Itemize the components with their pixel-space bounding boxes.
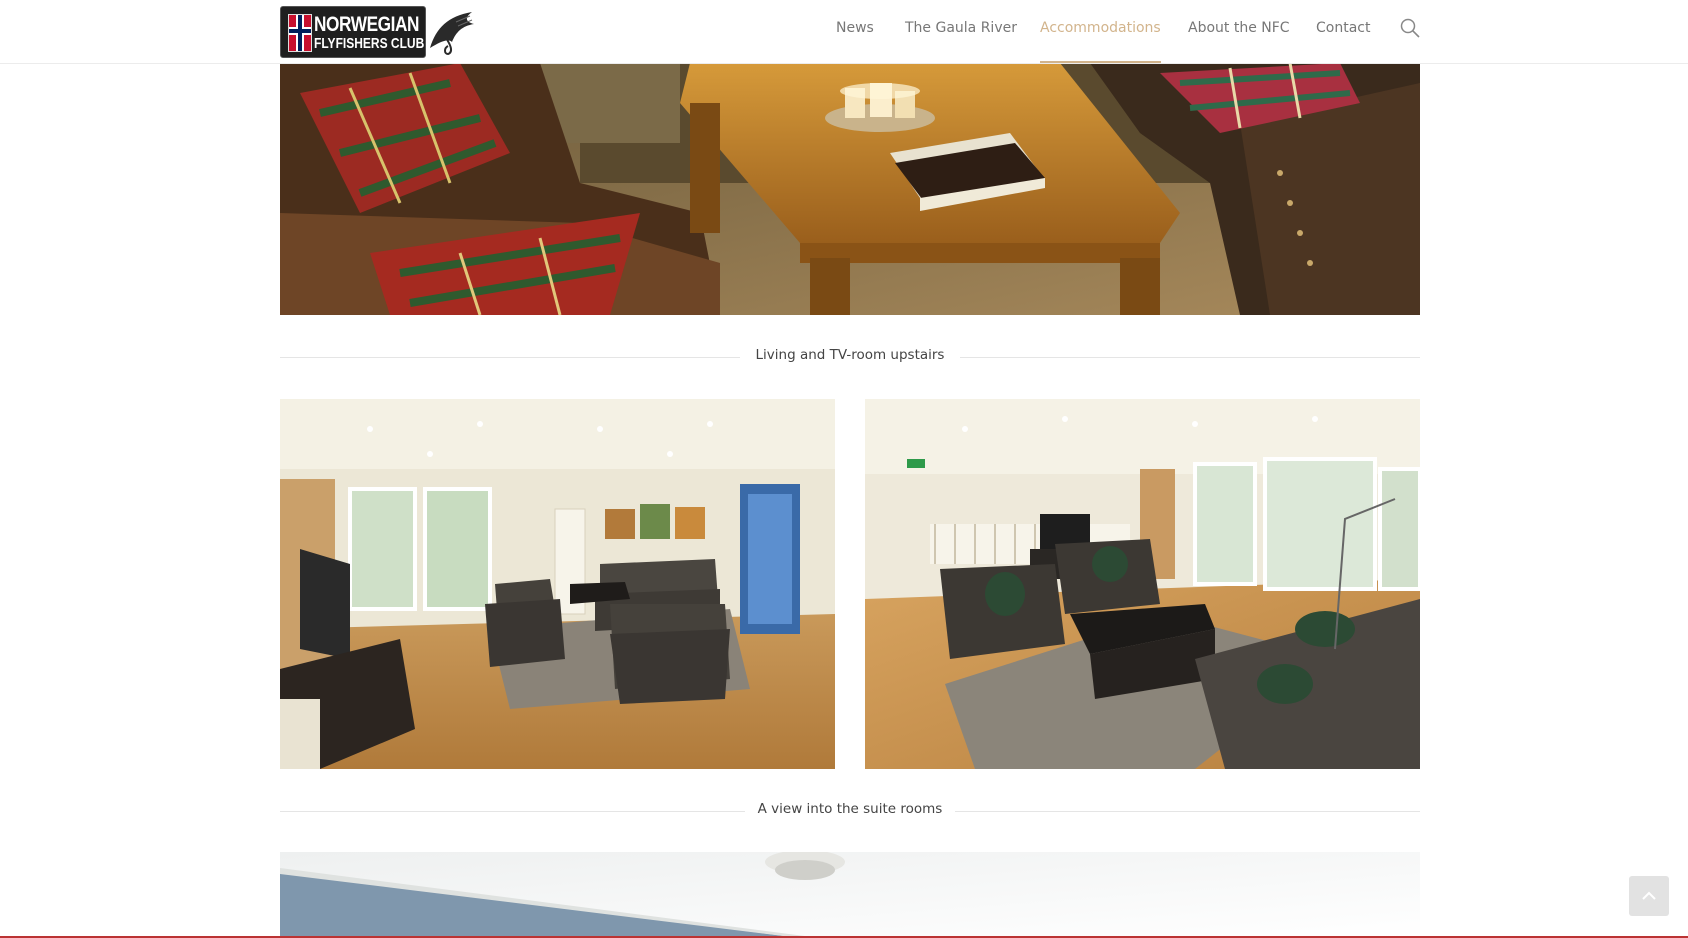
suite-room-photo[interactable] [280,852,1420,938]
chevron-up-icon [1642,891,1656,900]
gallery-caption-living: Living and TV-room upstairs [280,347,1420,367]
logo-text-line2: FLYFISHERS CLUB [314,35,425,52]
nav-item-accommodations[interactable]: Accommodations [1040,20,1161,63]
norway-flag-icon [288,14,312,52]
logo-text-line1: NORWEGIAN [314,13,420,36]
lounge-coffee-table-photo[interactable] [280,63,1420,315]
search-icon[interactable] [1400,18,1420,38]
gallery-caption-suite: A view into the suite rooms [280,801,1420,821]
caption-text: Living and TV-room upstairs [745,347,955,363]
nav-item-about-nfc[interactable]: About the NFC [1188,20,1290,62]
living-room-photo-left[interactable] [280,399,835,769]
living-room-photo-right[interactable] [865,399,1420,769]
nav-item-contact[interactable]: Contact [1316,20,1370,62]
logo-badge: NORWEGIAN FLYFISHERS CLUB [280,6,426,58]
site-header: NORWEGIAN FLYFISHERS CLUB News The Gaula… [0,0,1688,64]
nav-item-news[interactable]: News [836,20,874,62]
nav-item-gaula-river[interactable]: The Gaula River [905,20,1017,62]
caption-text: A view into the suite rooms [747,801,953,817]
scroll-to-top-button[interactable] [1629,876,1669,916]
site-logo[interactable]: NORWEGIAN FLYFISHERS CLUB [280,6,478,58]
salmon-fly-icon [430,12,474,56]
